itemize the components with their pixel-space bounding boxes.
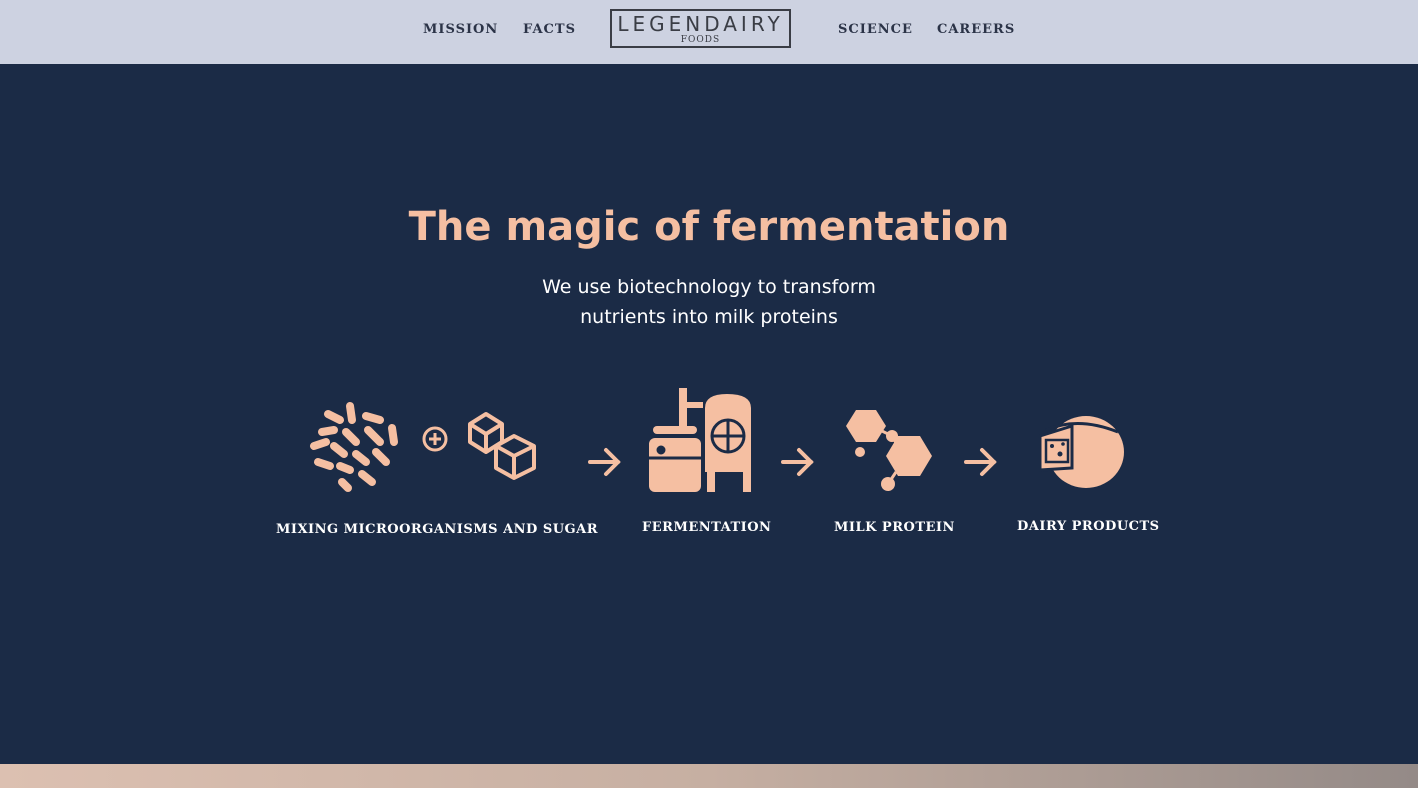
sugar-cubes-icon <box>468 412 536 480</box>
nav-link-facts[interactable]: FACTS <box>523 22 576 37</box>
arrow-right-icon <box>781 448 814 476</box>
plus-icon <box>422 426 448 452</box>
logo-subtitle: FOODS <box>680 35 721 45</box>
logo-wordmark: LEGENDAIRY <box>617 12 784 36</box>
step-label-milk-protein: MILK PROTEIN <box>834 520 955 535</box>
step-label-fermentation: FERMENTATION <box>642 520 772 535</box>
step-label-mixing: MIXING MICROORGANISMS AND SUGAR <box>276 522 599 537</box>
nav-link-careers[interactable]: CAREERS <box>937 22 1015 37</box>
molecule-icon <box>846 410 932 491</box>
brand-logo[interactable]: LEGENDAIRY FOODS <box>610 9 791 48</box>
microorganisms-icon <box>310 402 398 492</box>
section-title: The magic of fermentation <box>408 204 1010 250</box>
step-label-dairy-products: DAIRY PRODUCTS <box>1017 519 1160 534</box>
top-navigation: MISSION FACTS LEGENDAIRY FOODS SCIENCE C… <box>0 0 1418 64</box>
arrow-right-icon <box>964 448 997 476</box>
fermentation-tank-icon <box>649 388 751 492</box>
section-subtitle: We use biotechnology to transform nutrie… <box>0 272 1418 332</box>
next-section-band <box>0 764 1418 788</box>
subtitle-line-2: nutrients into milk proteins <box>580 306 838 328</box>
nav-link-mission[interactable]: MISSION <box>423 22 498 37</box>
subtitle-line-1: We use biotechnology to transform <box>542 276 876 298</box>
arrow-right-icon <box>588 448 621 476</box>
cheese-wheel-icon <box>1038 416 1124 488</box>
nav-link-science[interactable]: SCIENCE <box>838 22 913 37</box>
